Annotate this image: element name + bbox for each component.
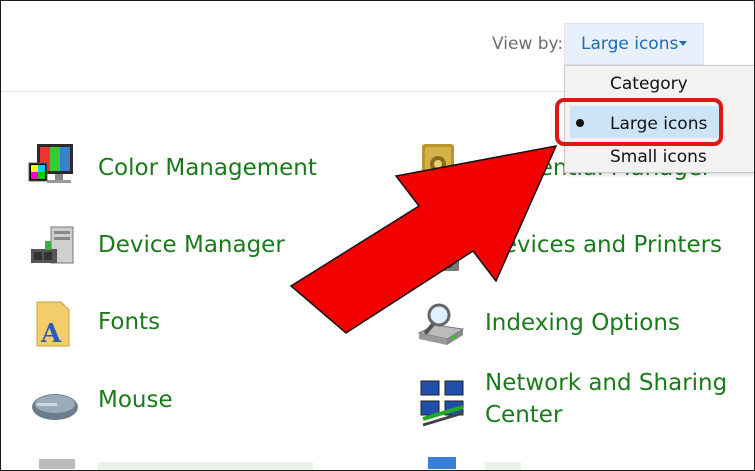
annotation-arrow-icon [289,144,558,334]
control-panel-window: View by: Large icons Color Management De… [0,0,755,471]
